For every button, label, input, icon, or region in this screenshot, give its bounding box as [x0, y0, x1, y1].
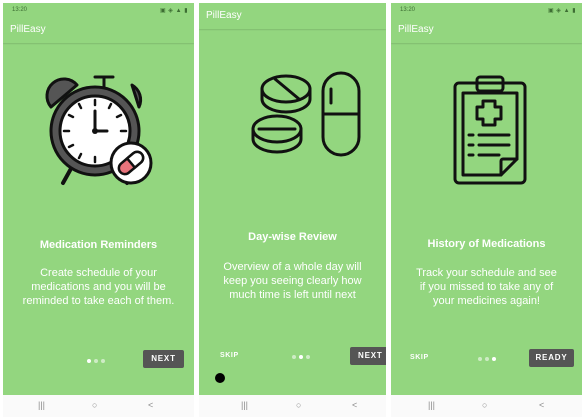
back-icon[interactable]: < — [352, 400, 357, 410]
status-icons: ▣ ◈ ▲ ▮ — [547, 8, 576, 14]
touch-indicator-dot — [215, 373, 225, 383]
medical-clipboard-icon — [453, 75, 527, 185]
next-button[interactable]: NEXT — [350, 347, 386, 365]
page-dot-2 — [94, 359, 98, 363]
recents-icon[interactable]: ||| — [428, 400, 435, 410]
next-button[interactable]: NEXT — [143, 350, 184, 368]
alarm-clock-pill-icon — [45, 75, 153, 185]
screen-description: Overview of a whole day will keep you se… — [223, 261, 362, 301]
back-icon[interactable]: < — [148, 400, 153, 410]
home-icon[interactable]: ○ — [92, 400, 97, 410]
ready-button[interactable]: READY — [529, 349, 574, 367]
app-title: PillEasy — [10, 24, 46, 35]
home-icon[interactable]: ○ — [482, 400, 487, 410]
back-icon[interactable]: < — [539, 400, 544, 410]
skip-button[interactable]: SKIP — [410, 354, 429, 361]
pills-capsule-icon — [251, 71, 361, 157]
system-nav-bar: ||| ○ < — [391, 395, 582, 417]
page-indicator — [292, 355, 310, 359]
status-bar: 13:20 ▣ ◈ ▲ ▮ — [3, 3, 194, 17]
onboarding-screen-review: PillEasy Day-wise Review Overview of a w… — [199, 3, 386, 417]
page-indicator — [87, 359, 105, 363]
status-time: 13:20 — [400, 7, 416, 13]
onboarding-screen-reminders: 13:20 ▣ ◈ ▲ ▮ PillEasy Medication Remind… — [3, 3, 194, 417]
system-nav-bar: ||| ○ < — [3, 395, 194, 417]
skip-button[interactable]: SKIP — [220, 352, 239, 359]
onboarding-screen-history: 13:20 ▣ ◈ ▲ ▮ PillEasy History of Medica… — [391, 3, 582, 417]
page-dot-2 — [299, 355, 303, 359]
status-bar: 13:20 ▣ ◈ ▲ ▮ — [391, 3, 582, 17]
app-title: PillEasy — [206, 10, 242, 21]
home-icon[interactable]: ○ — [296, 400, 301, 410]
screen-title: Medication Reminders — [39, 239, 158, 251]
page-indicator — [478, 357, 496, 361]
recents-icon[interactable]: ||| — [38, 400, 45, 410]
screen-description: Track your schedule and see if you misse… — [416, 267, 557, 307]
page-dot-1 — [87, 359, 91, 363]
recents-icon[interactable]: ||| — [241, 400, 248, 410]
page-dot-1 — [292, 355, 296, 359]
status-time: 13:20 — [12, 7, 28, 13]
app-title: PillEasy — [398, 24, 434, 35]
app-bar: PillEasy — [3, 17, 194, 43]
page-dot-2 — [485, 357, 489, 361]
page-dot-3 — [101, 359, 105, 363]
page-dot-3 — [492, 357, 496, 361]
screen-title: History of Medications — [427, 238, 546, 250]
app-bar: PillEasy — [391, 17, 582, 43]
page-dot-1 — [478, 357, 482, 361]
screen-title: Day-wise Review — [248, 231, 337, 243]
page-dot-3 — [306, 355, 310, 359]
status-icons: ▣ ◈ ▲ ▮ — [159, 8, 188, 14]
screen-description: Create schedule of your medications and … — [22, 267, 175, 307]
app-bar: PillEasy — [199, 3, 386, 29]
system-nav-bar: ||| ○ < — [199, 395, 386, 417]
